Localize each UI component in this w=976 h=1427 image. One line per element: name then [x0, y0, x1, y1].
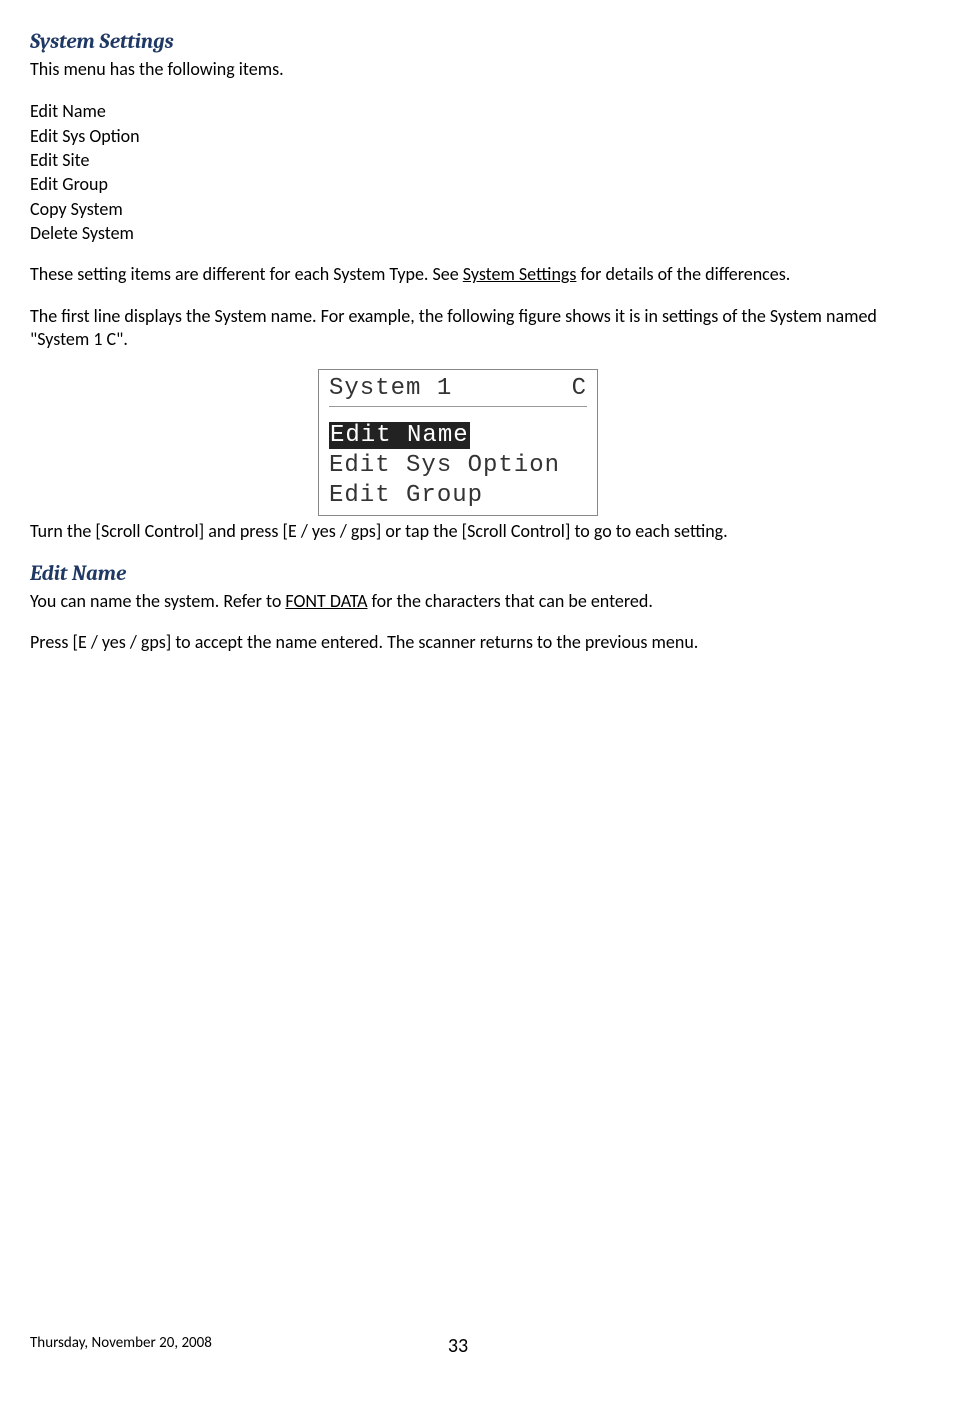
lcd-display: System 1 C Edit Name Edit Sys Option Edi… [318, 369, 598, 516]
text-fragment: You can name the system. Refer to [30, 590, 285, 612]
paragraph-first-line: The first line displays the System name.… [30, 305, 886, 352]
heading-system-settings: System Settings [30, 30, 886, 54]
paragraph-edit-name: You can name the system. Refer to FONT D… [30, 590, 886, 613]
list-item: Copy System [30, 197, 886, 221]
list-item: Delete System [30, 221, 886, 245]
paragraph-accept: Press [E / yes / gps] to accept the name… [30, 631, 886, 654]
paragraph-scroll-instruction: Turn the [Scroll Control] and press [E /… [30, 520, 886, 543]
display-type-code: C [572, 374, 587, 404]
list-item: Edit Sys Option [30, 124, 886, 148]
display-item: Edit Group [329, 481, 587, 511]
text-fragment: for details of the differences. [576, 263, 790, 285]
text-fragment: for the characters that can be entered. [367, 590, 652, 612]
list-item: Edit Group [30, 172, 886, 196]
display-selected-item: Edit Name [329, 422, 470, 449]
text-fragment: These setting items are different for ea… [30, 263, 463, 285]
list-item: Edit Site [30, 148, 886, 172]
intro-text: This menu has the following items. [30, 58, 886, 81]
footer-date: Thursday, November 20, 2008 [30, 1334, 212, 1352]
page-number: 33 [448, 1334, 468, 1358]
link-system-settings[interactable]: System Settings [463, 263, 577, 285]
list-item: Edit Name [30, 99, 886, 123]
paragraph-differences: These setting items are different for ea… [30, 263, 886, 286]
menu-item-list: Edit Name Edit Sys Option Edit Site Edit… [30, 99, 886, 245]
heading-edit-name: Edit Name [30, 562, 886, 586]
link-font-data[interactable]: FONT DATA [285, 590, 367, 612]
display-item: Edit Sys Option [329, 451, 587, 481]
display-system-name: System 1 [329, 374, 452, 404]
